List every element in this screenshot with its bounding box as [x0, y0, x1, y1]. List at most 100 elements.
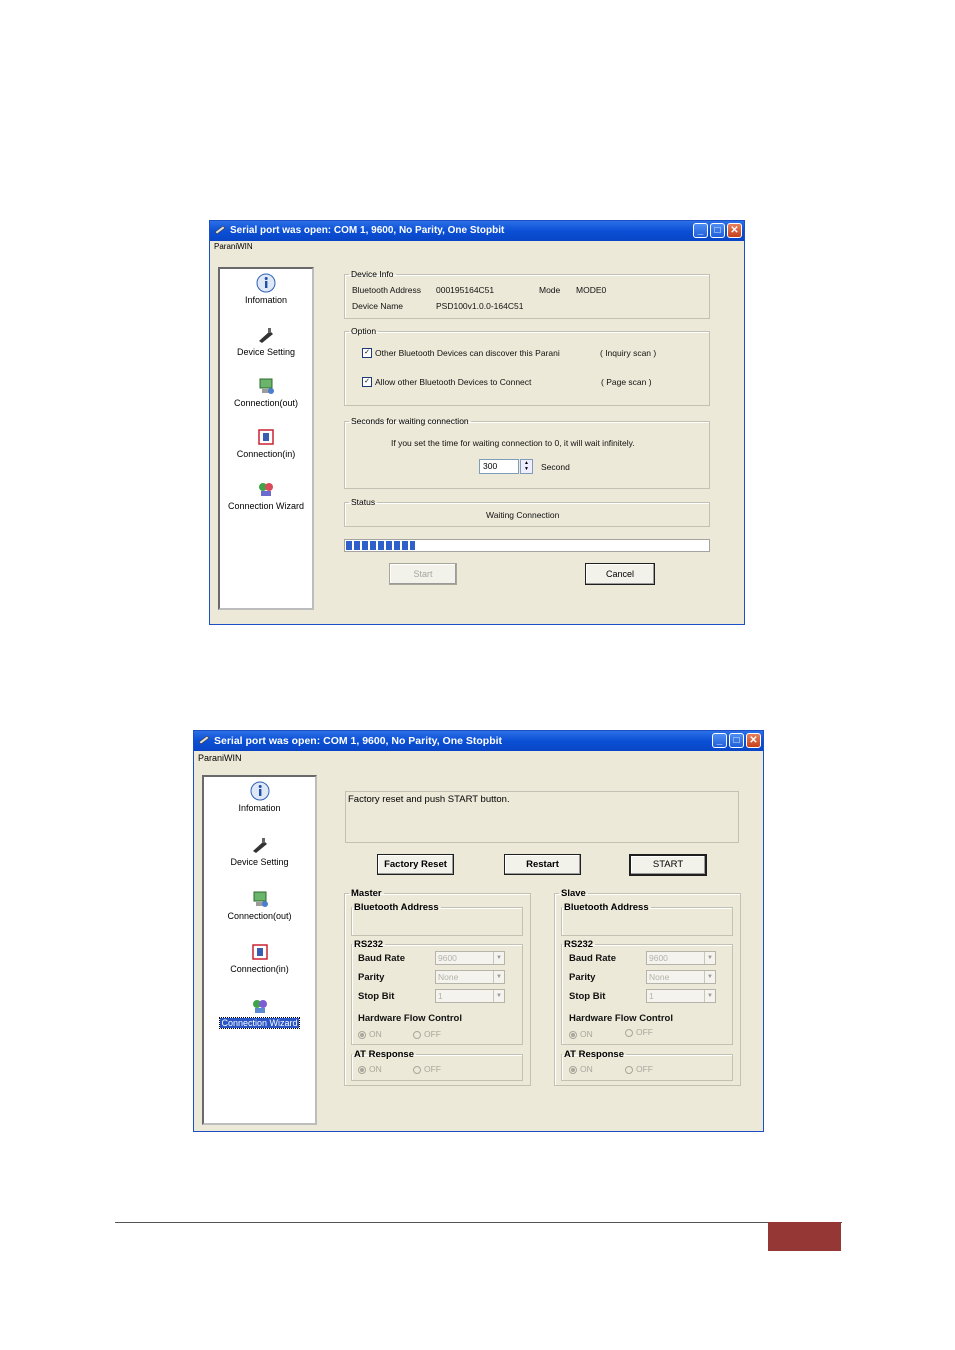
mode-value: MODE0: [576, 285, 607, 295]
info-icon: [250, 781, 269, 801]
device-icon: [252, 838, 267, 853]
dropdown-arrow-icon: ▼: [493, 971, 504, 983]
sidebar-item-information[interactable]: Infomation: [204, 781, 315, 813]
sidebar: Infomation Device Setting Connection(out…: [202, 775, 317, 1125]
close-button[interactable]: ✕: [746, 733, 761, 748]
footer-accent-block: [768, 1222, 841, 1251]
start-button[interactable]: START: [629, 854, 707, 876]
waiting-info: If you set the time for waiting connecti…: [391, 438, 635, 448]
master-bt-legend: Bluetooth Address: [354, 902, 439, 913]
master-parity-label: Parity: [358, 972, 385, 983]
master-hfc-label: Hardware Flow Control: [358, 1013, 462, 1024]
mode-label: Mode: [539, 285, 561, 295]
option-legend: Option: [351, 326, 377, 336]
inquiry-scan-checkbox[interactable]: ✓: [362, 348, 372, 358]
slave-at-legend: AT Response: [564, 1049, 625, 1060]
page-scan-note: ( Page scan ): [601, 377, 652, 387]
master-at-on-radio[interactable]: ON: [358, 1064, 382, 1074]
dropdown-arrow-icon: ▼: [493, 990, 504, 1002]
factory-reset-button[interactable]: Factory Reset: [377, 854, 454, 875]
title-bar[interactable]: Serial port was open: COM 1, 9600, No Pa…: [210, 221, 744, 241]
restart-button[interactable]: Restart: [504, 854, 581, 875]
message-text: Factory reset and push START button.: [348, 794, 510, 805]
slave-parity-label: Parity: [569, 972, 596, 983]
page-scan-label: Allow other Bluetooth Devices to Connect: [375, 377, 532, 387]
sidebar-item-connection-in[interactable]: Connection(in): [204, 942, 315, 974]
cancel-button[interactable]: Cancel: [585, 563, 655, 585]
sidebar-item-connection-in[interactable]: Connection(in): [220, 427, 312, 459]
connection-in-icon: [258, 429, 274, 445]
info-icon: [256, 273, 276, 293]
master-legend: Master: [351, 888, 382, 899]
sidebar-item-connection-out[interactable]: Connection(out): [220, 376, 312, 408]
device-info-legend: Device Info: [351, 269, 394, 279]
dropdown-arrow-icon: ▼: [704, 952, 715, 964]
dropdown-arrow-icon: ▼: [493, 952, 504, 964]
sidebar: Infomation Device Setting Connection(out…: [218, 267, 314, 610]
wizard-icon: [252, 1000, 267, 1013]
title-bar[interactable]: Serial port was open: COM 1, 9600, No Pa…: [194, 731, 763, 751]
sidebar-item-device-setting[interactable]: Device Setting: [220, 325, 312, 357]
app-icon: [214, 225, 226, 235]
dropdown-arrow-icon: ▼: [704, 990, 715, 1002]
maximize-button[interactable]: □: [710, 223, 725, 238]
master-hfc-on-radio[interactable]: ON: [358, 1029, 382, 1039]
slave-baud-label: Baud Rate: [569, 953, 616, 964]
bt-address-value: 000195164C51: [436, 285, 495, 295]
window-title: Serial port was open: COM 1, 9600, No Pa…: [214, 735, 503, 747]
start-button[interactable]: Start: [389, 563, 457, 585]
slave-bt-group: Bluetooth Address: [561, 902, 733, 936]
close-button[interactable]: ✕: [727, 223, 742, 238]
connection-out-icon: [259, 378, 274, 394]
slave-stop-select[interactable]: 1 ▼: [646, 989, 716, 1003]
connection-out-icon: [253, 891, 268, 907]
minimize-button[interactable]: _: [693, 223, 708, 238]
progress-bar: [344, 539, 710, 552]
seconds-unit: Second: [541, 462, 570, 472]
master-bt-group: Bluetooth Address: [351, 902, 523, 936]
slave-hfc-on-radio[interactable]: ON: [569, 1029, 593, 1039]
sidebar-item-information[interactable]: Infomation: [220, 273, 312, 305]
master-stop-label: Stop Bit: [358, 991, 395, 1002]
master-hfc-off-radio[interactable]: OFF: [413, 1029, 441, 1039]
waiting-seconds-input[interactable]: 300: [479, 459, 519, 474]
slave-hfc-off-radio[interactable]: OFF: [625, 1027, 653, 1037]
slave-parity-select[interactable]: None ▼: [646, 970, 716, 984]
slave-rs232-legend: RS232: [564, 939, 594, 950]
master-at-off-radio[interactable]: OFF: [413, 1064, 441, 1074]
bt-address-label: Bluetooth Address: [352, 285, 421, 295]
menu-bar[interactable]: ParaniWIN: [210, 241, 744, 253]
page-scan-checkbox[interactable]: ✓: [362, 377, 372, 387]
master-baud-select[interactable]: 9600 ▼: [435, 951, 505, 965]
status-text: Waiting Connection: [486, 510, 560, 520]
connection-in-icon: [251, 944, 268, 960]
maximize-button[interactable]: □: [729, 733, 744, 748]
status-legend: Status: [351, 497, 376, 507]
message-box: Factory reset and push START button.: [345, 791, 739, 843]
window-wizard: Serial port was open: COM 1, 9600, No Pa…: [193, 730, 764, 1132]
slave-baud-select[interactable]: 9600 ▼: [646, 951, 716, 965]
device-name-label: Device Name: [352, 301, 404, 311]
sidebar-item-connection-wizard[interactable]: Connection Wizard: [220, 479, 312, 511]
slave-at-off-radio[interactable]: OFF: [625, 1064, 653, 1074]
device-icon: [259, 328, 273, 343]
master-parity-select[interactable]: None ▼: [435, 970, 505, 984]
waiting-group: Seconds for waiting connection: [344, 416, 710, 489]
master-baud-label: Baud Rate: [358, 953, 405, 964]
sidebar-item-connection-out[interactable]: Connection(out): [204, 889, 315, 921]
menu-bar[interactable]: ParaniWIN: [194, 752, 763, 764]
master-at-legend: AT Response: [354, 1049, 415, 1060]
master-stop-select[interactable]: 1 ▼: [435, 989, 505, 1003]
dropdown-arrow-icon: ▼: [704, 971, 715, 983]
window-title: Serial port was open: COM 1, 9600, No Pa…: [230, 225, 505, 236]
seconds-spinner[interactable]: ▲ ▼: [520, 459, 533, 474]
wizard-icon: [259, 483, 273, 496]
sidebar-item-connection-wizard[interactable]: Connection Wizard: [204, 996, 315, 1029]
progress-fill: [346, 541, 416, 550]
device-name-value: PSD100v1.0.0-164C51: [436, 301, 524, 311]
minimize-button[interactable]: _: [712, 733, 727, 748]
window-info: Serial port was open: COM 1, 9600, No Pa…: [209, 220, 745, 625]
slave-bt-legend: Bluetooth Address: [564, 902, 649, 913]
sidebar-item-device-setting[interactable]: Device Setting: [204, 835, 315, 867]
slave-at-on-radio[interactable]: ON: [569, 1064, 593, 1074]
